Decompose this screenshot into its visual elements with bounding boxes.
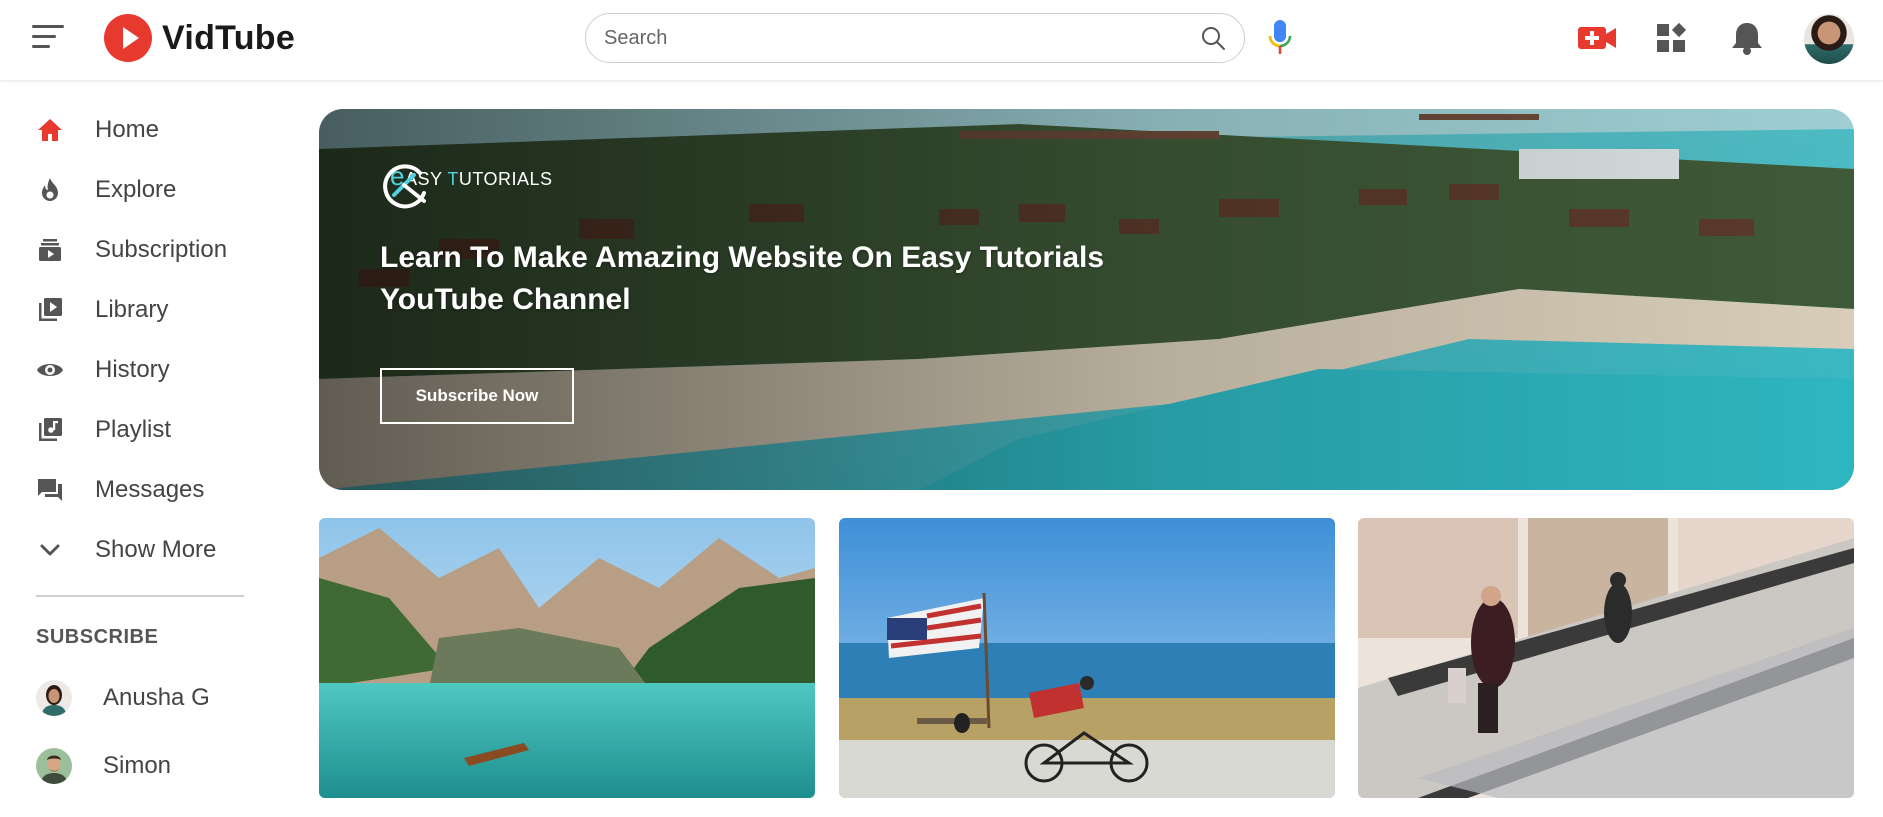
menu-icon[interactable]: [32, 25, 68, 53]
sidebar-divider: [36, 595, 244, 597]
hero-banner[interactable]: eASY TUTORIALS Learn To Make Amazing Web…: [319, 109, 1854, 490]
home-icon: [38, 119, 62, 141]
flame-icon: [42, 178, 58, 201]
search-box: [585, 13, 1245, 63]
top-header: VidTube: [0, 0, 1883, 80]
play-logo-icon: [104, 14, 152, 62]
sidebar-item-explore[interactable]: Explore: [36, 170, 176, 210]
brand-part: UTORIALS: [458, 169, 553, 189]
subscription-name: Anusha G: [103, 684, 210, 711]
mall-escalator-image: [1358, 518, 1854, 798]
playlist-icon: [39, 418, 62, 441]
banner-title: Learn To Make Amazing Website On Easy Tu…: [380, 241, 1105, 316]
avatar: [36, 680, 72, 716]
sidebar-item-label: Explore: [95, 176, 177, 203]
sidebar-item-label: Messages: [95, 476, 205, 503]
chevron-down-icon: [40, 544, 60, 556]
sidebar: Home Explore Subscription Library Histor…: [0, 80, 290, 817]
avatar: [36, 748, 72, 784]
video-thumbnail[interactable]: [839, 518, 1335, 798]
subscription-item-anusha[interactable]: Anusha G: [36, 678, 210, 718]
sidebar-item-subscription[interactable]: Subscription: [36, 230, 227, 270]
sidebar-item-label: Subscription: [95, 236, 228, 263]
eye-icon: [37, 364, 63, 376]
sidebar-item-messages[interactable]: Messages: [36, 470, 204, 510]
subscription-name: Simon: [103, 752, 172, 779]
brand-part-accent: T: [447, 169, 459, 189]
subscription-item-simon[interactable]: Simon: [36, 746, 171, 786]
apps-icon[interactable]: [1652, 20, 1692, 56]
sidebar-item-library[interactable]: Library: [36, 290, 168, 330]
sidebar-item-label: Show More: [95, 536, 217, 563]
search-icon[interactable]: [1200, 25, 1226, 51]
sidebar-item-history[interactable]: History: [36, 350, 170, 390]
library-icon: [39, 298, 62, 321]
flag-beach-image: [839, 518, 1335, 798]
subscribe-heading: SUBSCRIBE: [36, 626, 159, 648]
sidebar-item-label: Library: [95, 296, 169, 323]
video-thumbnail[interactable]: [1358, 518, 1854, 798]
notification-bell-icon[interactable]: [1727, 20, 1767, 56]
search-input[interactable]: [604, 26, 1200, 50]
sidebar-item-show-more[interactable]: Show More: [36, 530, 216, 570]
subscribe-now-button[interactable]: Subscribe Now: [380, 368, 574, 424]
microphone-icon[interactable]: [1268, 18, 1292, 58]
sidebar-item-label: Home: [95, 116, 160, 143]
easy-tutorials-logo-icon: [383, 164, 426, 209]
lake-mountains-image: [319, 518, 815, 798]
subscription-icon: [39, 239, 61, 261]
chat-icon: [38, 479, 62, 501]
user-avatar[interactable]: [1804, 14, 1854, 64]
banner-brand: eASY TUTORIALS: [380, 161, 553, 209]
sidebar-item-label: History: [95, 356, 170, 383]
upload-video-icon[interactable]: [1577, 20, 1617, 56]
video-thumbnail[interactable]: [319, 518, 815, 798]
sidebar-item-playlist[interactable]: Playlist: [36, 410, 171, 450]
app-name: VidTube: [162, 18, 296, 57]
vidtube-logo[interactable]: VidTube: [104, 14, 295, 62]
sidebar-item-label: Playlist: [95, 416, 172, 443]
sidebar-item-home[interactable]: Home: [36, 110, 159, 150]
